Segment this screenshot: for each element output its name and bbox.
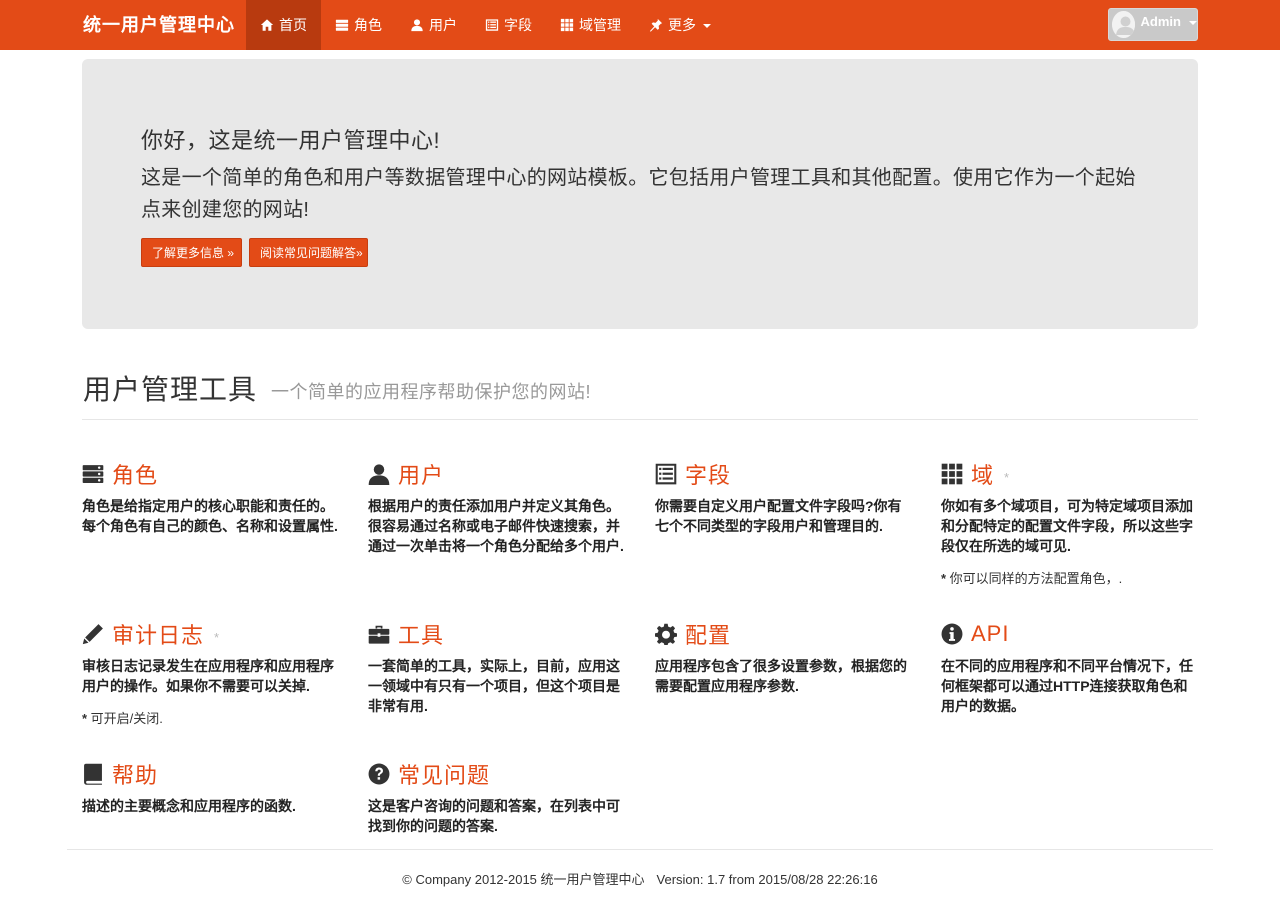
nav-item-label: 角色 xyxy=(354,17,382,33)
feature-faq: 常见问题 这是客户咨询的问题和答案，在列表中可找到你的问题的答案. xyxy=(368,760,628,836)
top-navbar: 统一用户管理中心 首页 角色 用户 字段 域管理 更多 Admin xyxy=(0,0,1280,50)
feature-description: 角色是给指定用户的核心职能和责任的。每个角色有自己的颜色、名称和设置属性. xyxy=(82,498,338,534)
feature-description: 在不同的应用程序和不同平台情况下，任何框架都可以通过HTTP连接获取角色和用户的… xyxy=(941,658,1193,714)
feature-description: 这是客户咨询的问题和答案，在列表中可找到你的问题的答案. xyxy=(368,798,620,834)
feature-note: * 可开启/关闭. xyxy=(82,711,163,726)
feature-title[interactable]: 审计日志 xyxy=(112,618,204,650)
feature-help: 帮助 描述的主要概念和应用程序的函数. xyxy=(82,760,342,816)
feature-description: 审核日志记录发生在应用程序和应用程序用户的操作。如果你不需要可以关掉. xyxy=(82,658,334,694)
user-menu-button[interactable]: Admin xyxy=(1108,8,1198,41)
cog-icon xyxy=(655,623,677,645)
feature-description: 描述的主要概念和应用程序的函数. xyxy=(82,798,296,814)
server-icon xyxy=(335,18,349,32)
main-nav: 首页 角色 用户 字段 域管理 更多 xyxy=(246,0,725,50)
pencil-icon xyxy=(82,623,104,645)
brand-title[interactable]: 统一用户管理中心 xyxy=(83,0,235,50)
nav-item-label: 首页 xyxy=(279,17,307,33)
feature-note-text: 可开启/关闭. xyxy=(90,711,163,726)
feature-domains: 域 * 你如有多个域项目，可为特定域项目添加和分配特定的配置文件字段，所以这些字… xyxy=(941,460,1201,587)
feature-description: 你需要自定义用户配置文件字段吗?你有七个不同类型的字段用户和管理目的. xyxy=(655,498,902,534)
user-icon xyxy=(368,463,390,485)
book-icon xyxy=(82,763,104,785)
feature-api: API 在不同的应用程序和不同平台情况下，任何框架都可以通过HTTP连接获取角色… xyxy=(941,620,1201,716)
hero-jumbotron: 你好，这是统一用户管理中心! 这是一个简单的角色和用户等数据管理中心的网站模板。… xyxy=(82,59,1198,329)
learn-more-button[interactable]: 了解更多信息 » xyxy=(141,238,242,267)
feature-description: 你如有多个域项目，可为特定域项目添加和分配特定的配置文件字段，所以这些字段仅在所… xyxy=(941,498,1193,554)
feature-title[interactable]: API xyxy=(971,621,1009,647)
home-icon xyxy=(260,18,274,32)
feature-description: 一套简单的工具，实际上，目前，应用这一领域中有只有一个项目，但这个项目是非常有用… xyxy=(368,658,620,714)
feature-title[interactable]: 域 xyxy=(971,458,994,490)
feature-fields: 字段 你需要自定义用户配置文件字段吗?你有七个不同类型的字段用户和管理目的. xyxy=(655,460,915,536)
nav-item-label: 域管理 xyxy=(579,17,621,33)
feature-description: 根据用户的责任添加用户并定义其角色。很容易通过名称或电子邮件快速搜索，并通过一次… xyxy=(368,498,624,554)
read-faq-button[interactable]: 阅读常见问题解答» xyxy=(249,238,368,267)
feature-title[interactable]: 工具 xyxy=(398,618,444,650)
asterisk-mark: * xyxy=(214,629,220,645)
section-subtitle: 一个简单的应用程序帮助保护您的网站! xyxy=(271,382,591,402)
feature-tools: 工具 一套简单的工具，实际上，目前，应用这一领域中有只有一个项目，但这个项目是非… xyxy=(368,620,628,716)
info-icon xyxy=(941,623,963,645)
feature-roles: 角色 角色是给指定用户的核心职能和责任的。每个角色有自己的颜色、名称和设置属性. xyxy=(82,460,342,536)
question-icon xyxy=(368,763,390,785)
list-alt-icon xyxy=(655,463,677,485)
briefcase-icon xyxy=(368,623,390,645)
nav-item-home[interactable]: 首页 xyxy=(246,0,321,50)
list-alt-icon xyxy=(485,18,499,32)
nav-item-domains[interactable]: 域管理 xyxy=(546,0,635,50)
grid-icon xyxy=(560,18,574,32)
section-divider xyxy=(82,419,1198,420)
caret-down-icon xyxy=(703,24,711,28)
feature-note-text: 你可以同样的方法配置角色，. xyxy=(949,571,1123,586)
feature-title[interactable]: 用户 xyxy=(398,458,444,490)
feature-note: * 你可以同样的方法配置角色，. xyxy=(941,571,1123,586)
hero-title: 你好，这是统一用户管理中心! xyxy=(141,128,441,153)
feature-title[interactable]: 常见问题 xyxy=(398,758,490,790)
footer-divider xyxy=(67,849,1213,850)
pushpin-icon xyxy=(649,18,663,32)
feature-config: 配置 应用程序包含了很多设置参数，根据您的需要配置应用程序参数. xyxy=(655,620,915,696)
feature-title[interactable]: 角色 xyxy=(112,458,158,490)
avatar xyxy=(1112,11,1135,38)
hero-lead: 这是一个简单的角色和用户等数据管理中心的网站模板。它包括用户管理工具和其他配置。… xyxy=(141,167,1136,221)
feature-title[interactable]: 帮助 xyxy=(112,758,158,790)
feature-users: 用户 根据用户的责任添加用户并定义其角色。很容易通过名称或电子邮件快速搜索，并通… xyxy=(368,460,628,556)
feature-description: 应用程序包含了很多设置参数，根据您的需要配置应用程序参数. xyxy=(655,658,907,694)
nav-item-more-dropdown[interactable]: 更多 xyxy=(635,0,725,50)
footer-version: Version: 1.7 from 2015/08/28 22:26:16 xyxy=(656,872,878,887)
footer-copyright: © Company 2012-2015 统一用户管理中心 xyxy=(402,872,645,887)
nav-item-users[interactable]: 用户 xyxy=(396,0,471,50)
nav-item-label: 字段 xyxy=(504,17,532,33)
feature-title[interactable]: 字段 xyxy=(685,458,731,490)
footer: © Company 2012-2015 统一用户管理中心 Version: 1.7… xyxy=(0,869,1280,888)
nav-item-label: 用户 xyxy=(429,17,457,33)
nav-item-label: 更多 xyxy=(668,17,696,33)
nav-item-roles[interactable]: 角色 xyxy=(321,0,396,50)
section-title: 用户管理工具 xyxy=(83,374,258,405)
user-icon xyxy=(410,18,424,32)
feature-audit-log: 审计日志 * 审核日志记录发生在应用程序和应用程序用户的操作。如果你不需要可以关… xyxy=(82,620,342,727)
feature-title[interactable]: 配置 xyxy=(685,618,731,650)
grid-icon xyxy=(941,463,963,485)
server-icon xyxy=(82,463,104,485)
user-name: Admin xyxy=(1140,14,1181,29)
nav-item-fields[interactable]: 字段 xyxy=(471,0,546,50)
asterisk-mark: * xyxy=(1004,469,1010,485)
caret-down-icon xyxy=(1189,20,1197,25)
